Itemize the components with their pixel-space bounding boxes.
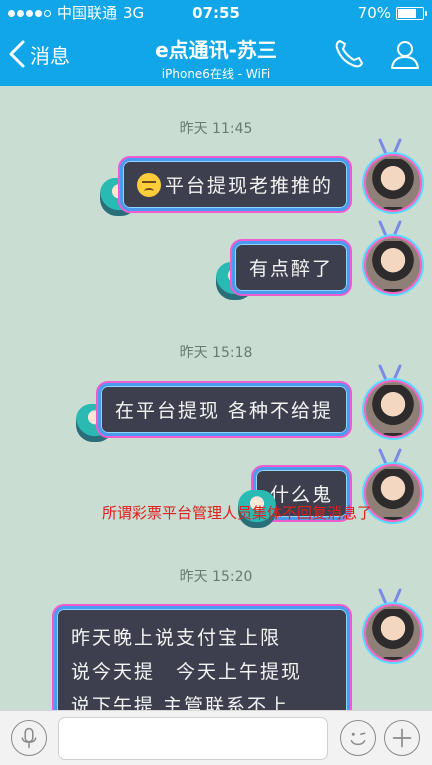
- avatar[interactable]: [366, 156, 420, 210]
- chevron-left-icon: [9, 40, 25, 68]
- phone-icon[interactable]: [332, 37, 366, 71]
- message-text: 说下午提 主管联系不上: [71, 695, 290, 710]
- avatar[interactable]: [366, 238, 420, 292]
- chat-title: e点通讯-苏三: [155, 38, 277, 62]
- message-input[interactable]: [58, 717, 328, 760]
- timestamp: 昨天 15:20: [179, 569, 253, 585]
- chat-area[interactable]: 昨天 11:45 平台提现老推推的 有点醉了 昨天 15:18 在平台提现 各种…: [0, 86, 432, 710]
- status-bar: 中国联通 3G 07:55 70%: [0, 0, 432, 26]
- message-bubble[interactable]: 有点醉了: [231, 241, 350, 294]
- antenna-decoration-icon: [378, 448, 402, 466]
- message-text: 平台提现老推推的: [164, 175, 333, 197]
- timestamp: 昨天 15:18: [179, 345, 253, 361]
- timestamp: 昨天 11:45: [179, 121, 253, 137]
- message-bubble[interactable]: 昨天晚上说支付宝上限 说今天提 今天上午提现 说下午提 主管联系不上: [54, 606, 350, 710]
- input-bar: [0, 710, 432, 765]
- message-text: 昨天晚上说支付宝上限: [71, 627, 282, 649]
- microphone-icon[interactable]: [11, 720, 47, 756]
- plus-icon[interactable]: [384, 720, 420, 756]
- status-right: 70%: [357, 0, 427, 26]
- back-button-label: 消息: [30, 43, 70, 68]
- antenna-decoration-icon: [378, 138, 402, 156]
- antenna-decoration-icon: [378, 588, 402, 606]
- antenna-decoration-icon: [378, 220, 402, 238]
- overlay-caption: 所谓彩票平台管理人员集体不回复消息了: [102, 504, 373, 522]
- chat-status: iPhone6在线 - WiFi: [161, 67, 271, 81]
- unamused-emoji-icon: [136, 173, 161, 197]
- nav-bar: 消息 e点通讯-苏三 iPhone6在线 - WiFi: [0, 26, 432, 86]
- antenna-decoration-icon: [378, 364, 402, 382]
- message-text: 在平台提现 各种不给提: [114, 400, 333, 422]
- message-text: 说今天提 今天上午提现: [71, 661, 303, 683]
- avatar[interactable]: [366, 382, 420, 436]
- battery-icon: [396, 6, 427, 20]
- battery-percent: 70%: [357, 4, 391, 22]
- emoji-icon[interactable]: [340, 720, 376, 756]
- avatar[interactable]: [366, 606, 420, 660]
- message-text: 有点醉了: [248, 258, 333, 280]
- message-bubble[interactable]: 在平台提现 各种不给提: [97, 383, 350, 436]
- profile-icon[interactable]: [388, 37, 422, 71]
- top-bar: 中国联通 3G 07:55 70% 消息 e点通讯-苏三 iPhone6在线 -…: [0, 0, 432, 86]
- back-button[interactable]: 消息: [8, 36, 70, 72]
- message-bubble[interactable]: 平台提现老推推的: [119, 158, 350, 211]
- avatar[interactable]: [366, 466, 420, 520]
